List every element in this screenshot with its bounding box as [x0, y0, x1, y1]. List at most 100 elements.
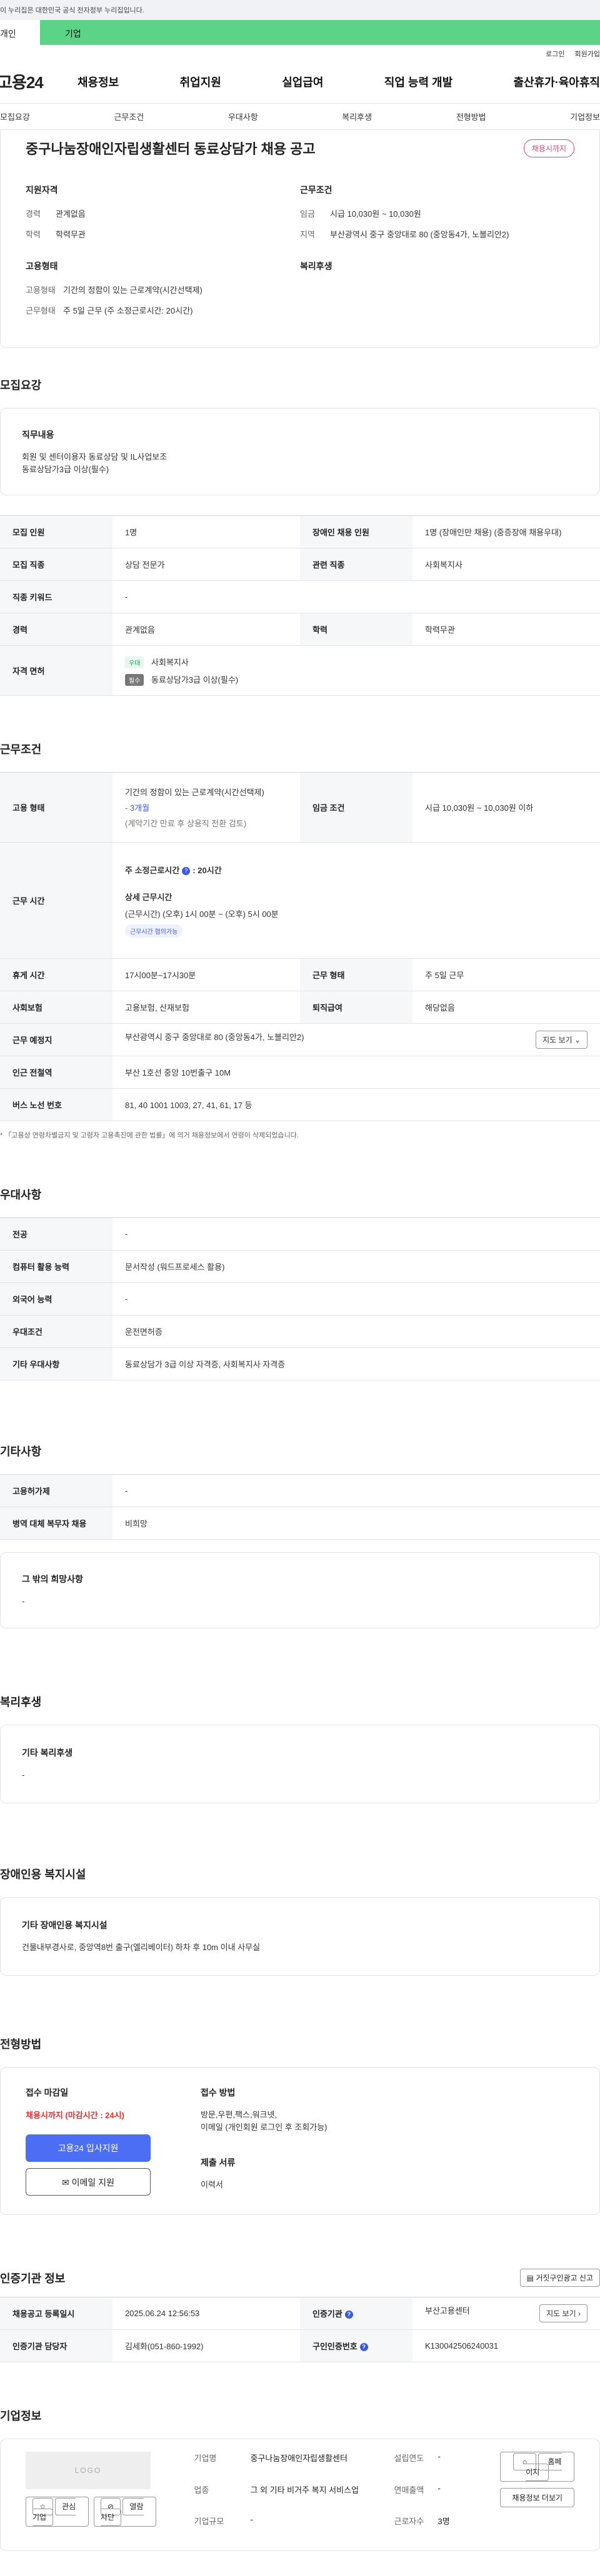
label: 직종 키워드 — [0, 580, 112, 613]
label: 구인인증번호? — [300, 2329, 412, 2362]
method-value-2: 이메일 (개인회원 로그인 후 조회가능) — [201, 2123, 328, 2132]
report-button[interactable]: ▤ 거짓구인광고 신고 — [519, 2269, 600, 2287]
value: 사회복지사 — [412, 548, 600, 581]
tab-recruit[interactable]: 모집요강 — [0, 111, 30, 122]
label: 근무 예정지 — [0, 1023, 112, 1056]
table-row: 고용 형태 기간의 정함이 있는 근로계약(시간선택제) - 3개월 (계약기간… — [0, 772, 600, 843]
value: 운전면허증 — [112, 1315, 600, 1348]
help-icon[interactable]: ? — [344, 2311, 353, 2319]
tab-welfare[interactable]: 복리후생 — [342, 111, 372, 122]
chevron-right-icon: › — [578, 2309, 581, 2318]
facility-heading: 기타 장애인용 복지시설 — [22, 1920, 108, 1930]
tab-company[interactable]: 기업정보 — [570, 111, 600, 122]
label: 업종 — [194, 2485, 209, 2495]
welfare-section-title: 복리후생 — [0, 1696, 42, 1708]
company-section-title: 기업정보 — [0, 2410, 42, 2422]
value: 부산고용센터 — [425, 2306, 470, 2316]
detail-heading: 상세 근무시간 — [125, 892, 172, 902]
label: 고용 형태 — [0, 772, 112, 843]
table-row: 모집 직종 상담 전문가 관련 직종 사회복지사 — [0, 548, 600, 581]
job-title: 중구나눔장애인자립생활센터 동료상담가 채용 공고 — [26, 141, 316, 157]
table-row: 직종 키워드 - — [0, 580, 600, 613]
value: - — [112, 1282, 600, 1315]
value: 상담 전문가 — [112, 548, 300, 581]
preference-table: 전공 - 컴퓨터 활용 능력 문서작성 (워드프로세스 활용) 외국어 능력 - 우대… — [0, 1217, 600, 1380]
table-row: 근무 예정지 부산광역시 중구 중앙대로 80 (중앙동4가, 노블리안2) 지… — [0, 1023, 600, 1056]
welfare-value: - — [22, 1770, 25, 1780]
employment-type-heading: 고용형태 — [26, 261, 58, 271]
value: 주 5일 근무 — [412, 958, 600, 991]
gnb-skills[interactable]: 직업 능력 개발 — [384, 74, 452, 90]
others-table: 고용허가제 - 병역 대체 복무자 채용 비희망 — [0, 1474, 600, 1540]
docs-heading: 제출 서류 — [201, 2157, 236, 2167]
recruit-section-title: 모집요강 — [0, 379, 42, 392]
label: 휴게 시간 — [0, 958, 112, 991]
block-view-button[interactable]: ⊘ 열람차단 — [94, 2497, 157, 2527]
table-row: 근무 시간 주 소정근로시간?: 20시간 상세 근무시간 (근무시간) (오후… — [0, 842, 600, 959]
gnb-unemployment-benefit[interactable]: 실업급여 — [282, 74, 323, 90]
gnb-employment-support[interactable]: 취업지원 — [180, 74, 221, 90]
etc-wishes-value: - — [22, 1597, 25, 1606]
more-jobs-button[interactable]: 채용정보 더보기 — [500, 2488, 574, 2507]
report-label: 거짓구인광고 신고 — [536, 2274, 593, 2282]
gnb-jobs[interactable]: 채용정보 — [78, 74, 119, 90]
value: 주 5일 근무 (주 소정근로시간: 20시간) — [63, 306, 193, 315]
value: : 20시간 — [192, 865, 222, 875]
tab-conditions[interactable]: 근무조건 — [114, 111, 144, 122]
value: 부산광역시 중구 중앙대로 80 (중앙동4가, 노블리안2) — [125, 1033, 304, 1042]
value: 동료상담가 3급 이상 자격증, 사회복지사 자격증 — [112, 1347, 600, 1380]
site-logo[interactable]: 고용24 — [0, 70, 78, 93]
agency-map-button[interactable]: 지도 보기 › — [539, 2304, 588, 2322]
value: 2025.06.24 12:56:53 — [112, 2297, 300, 2330]
email-apply-button[interactable]: ✉ 이메일 지원 — [26, 2168, 151, 2196]
table-row: 인근 전철역 부산 1호선 중앙 10번출구 10M — [0, 1056, 600, 1089]
conditions-heading: 근무조건 — [300, 185, 332, 195]
facility-box: 기타 장애인용 복지시설 건물내부경사로, 중앙역8번 출구(엘리베이터) 하차… — [0, 1897, 600, 1976]
login-link[interactable]: 로그인 — [546, 49, 564, 60]
table-row: 자격 면허 우대 사회복지사 필수 동료상담가3급 이상(필수) — [0, 645, 600, 696]
label-text: 구인인증번호 — [312, 2342, 358, 2351]
label: 기타 우대사항 — [0, 1347, 112, 1380]
value: K130042506240031 — [412, 2329, 600, 2362]
homepage-button[interactable]: ⌂ 홈페이지 — [500, 2452, 574, 2482]
table-row: 병역 대체 복무자 채용 비희망 — [0, 1507, 600, 1540]
company-logo-area: LOGO ☆ 관심기업 ⊘ 열람차단 — [26, 2452, 157, 2538]
table-row: 외국어 능력 - — [0, 1282, 600, 1315]
gov-banner: 이 누리집은 대한민국 공식 전자정부 누리집입니다. — [0, 0, 600, 20]
gnb-menu: 채용정보 취업지원 실업급여 직업 능력 개발 출산휴가·육아휴직 — [78, 74, 600, 90]
label: 전공 — [0, 1217, 112, 1251]
label: 지역 — [300, 230, 315, 239]
welfare-box: 기타 복리후생 - — [0, 1725, 600, 1803]
value: 부산광역시 중구 중앙대로 80 (중앙동4가, 노블리안2) 지도 보기 ⌄ — [112, 1023, 600, 1056]
company-details: 기업명 중구나눔장애인자립생활센터 설립연도 - 업종 그 외 기타 비거주 복… — [194, 2452, 500, 2538]
apply-button[interactable]: 고용24 입사지원 — [26, 2134, 151, 2162]
label: 기업명 — [194, 2454, 217, 2463]
personal-tab[interactable]: 개인 — [0, 20, 40, 45]
agency-header: 인증기관 정보 ▤ 거짓구인광고 신고 — [0, 2269, 600, 2287]
label: 경력 — [26, 209, 41, 219]
gnb-parental-leave[interactable]: 출산휴가·육아휴직 — [514, 74, 600, 90]
facility-section-title: 장애인용 복지시설 — [0, 1868, 86, 1881]
favorite-company-button[interactable]: ☆ 관심기업 — [26, 2497, 89, 2527]
company-tab[interactable]: 기업 — [40, 20, 600, 45]
label: 우대조건 — [0, 1315, 112, 1348]
value: 관계없음 — [56, 209, 86, 219]
table-row: 경력 관계없음 학력 학력무관 — [0, 613, 600, 646]
label: 근무 형태 — [300, 958, 412, 991]
map-label: 지도 보기 — [546, 2309, 576, 2318]
value: 고용보험, 산재보험 — [112, 991, 300, 1024]
agency-section-title: 인증기관 정보 — [0, 2272, 66, 2285]
tab-selection[interactable]: 전형방법 — [456, 111, 486, 122]
table-row: 채용공고 등록일시 2025.06.24 12:56:53 인증기관? 부산고용… — [0, 2297, 600, 2330]
deadline-value: 채용시까지 (마감시간 : 24시) — [26, 2111, 124, 2120]
value: - — [112, 580, 600, 613]
map-button[interactable]: 지도 보기 ⌄ — [536, 1031, 588, 1049]
join-link[interactable]: 회원가입 — [575, 49, 600, 60]
value: 주 소정근로시간 — [125, 865, 180, 875]
label: 관련 직종 — [300, 548, 412, 581]
tab-preference[interactable]: 우대사항 — [228, 111, 258, 122]
help-icon[interactable]: ? — [359, 2343, 368, 2352]
table-row: 기타 우대사항 동료상담가 3급 이상 자격증, 사회복지사 자격증 — [0, 1347, 600, 1380]
document-icon: ▤ — [526, 2274, 534, 2282]
help-icon[interactable]: ? — [182, 866, 191, 875]
